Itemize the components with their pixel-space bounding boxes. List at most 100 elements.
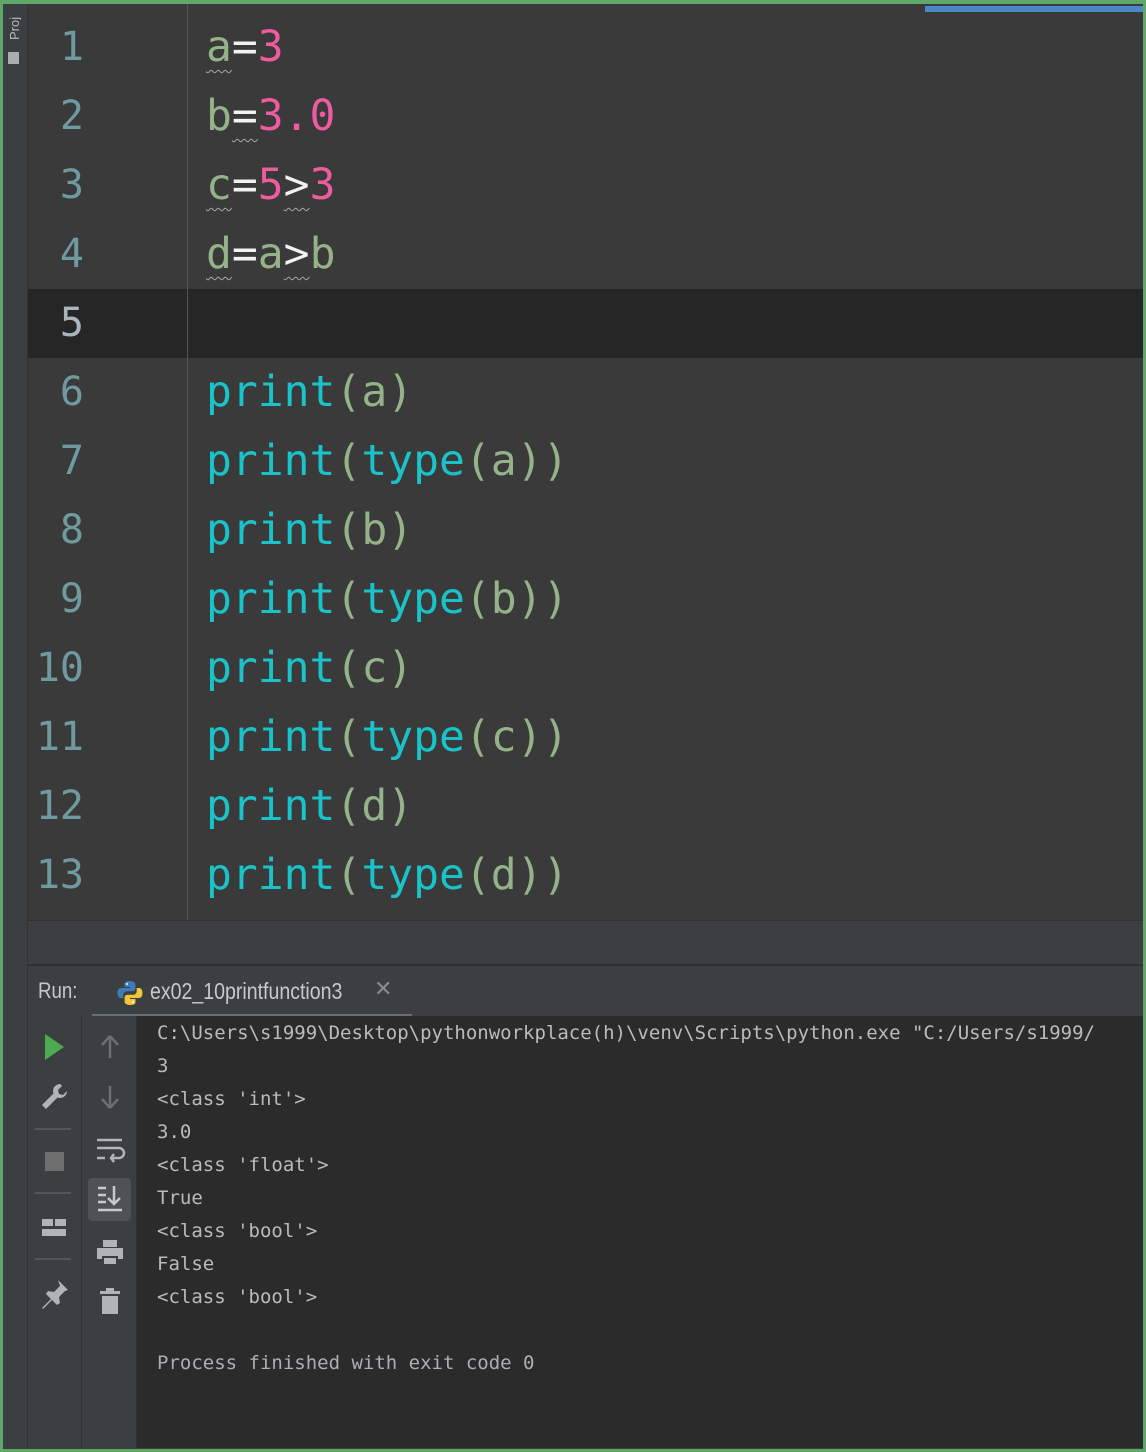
wrench-icon[interactable] <box>34 1078 74 1118</box>
arrow-up-icon[interactable] <box>90 1028 130 1068</box>
code-token: d <box>206 229 232 279</box>
run-toolbar-primary <box>28 1016 82 1448</box>
gutter-divider <box>187 4 188 920</box>
code-line[interactable]: 4 d=a>b <box>28 220 1143 289</box>
code-token: ( <box>335 505 362 555</box>
project-tool-button[interactable]: Proj <box>7 10 21 40</box>
code-token: print <box>206 367 336 417</box>
trash-icon[interactable] <box>90 1282 130 1322</box>
code-token: ( <box>464 436 491 486</box>
code-line[interactable]: 3 c=5>3 <box>28 151 1143 220</box>
code-editor[interactable]: 1 a=3 2 b=3.0 3 c=5>3 4 d=a>b 5 6 print(a) 7 print(t… <box>28 4 1143 920</box>
scroll-to-end-toggle[interactable] <box>88 1178 131 1221</box>
code-text: b=3.0 <box>206 82 335 151</box>
code-token: = <box>231 22 258 72</box>
code-line[interactable]: 5 <box>28 289 1143 358</box>
code-token: print <box>206 850 336 900</box>
line-number: 7 <box>59 438 84 484</box>
arrow-down-icon[interactable] <box>90 1078 130 1118</box>
console-output[interactable]: C:\Users\s1999\Desktop\pythonworkplace(h… <box>137 1016 1143 1448</box>
scroll-to-end-icon <box>98 1186 122 1212</box>
code-token: c <box>206 160 232 210</box>
console-line: <class 'float'> <box>157 1154 329 1176</box>
code-token: a <box>361 367 388 417</box>
run-toolbar-secondary <box>82 1016 137 1448</box>
code-text: print(type(d)) <box>206 841 568 910</box>
code-token: print <box>206 781 336 831</box>
line-number: 5 <box>59 300 84 346</box>
stop-icon[interactable] <box>34 1142 74 1182</box>
code-line[interactable]: 1 a=3 <box>28 13 1143 82</box>
line-number: 4 <box>59 231 84 277</box>
code-text: print(type(a)) <box>206 427 568 496</box>
code-token: ( <box>464 574 491 624</box>
code-token: ( <box>335 781 362 831</box>
code-token: print <box>206 505 336 555</box>
code-line[interactable]: 2 b=3.0 <box>28 82 1143 151</box>
pin-icon[interactable] <box>34 1274 74 1314</box>
code-text: print(c) <box>206 634 413 703</box>
code-token: )) <box>516 436 569 486</box>
code-line[interactable]: 9 print(type(b)) <box>28 565 1143 634</box>
code-token: type <box>361 850 465 900</box>
console-line: <class 'int'> <box>157 1088 306 1110</box>
line-number: 3 <box>59 162 84 208</box>
console-line: C:\Users\s1999\Desktop\pythonworkplace(h… <box>157 1022 1095 1044</box>
code-text: c=5>3 <box>206 151 335 220</box>
code-line[interactable]: 13 print(type(d)) <box>28 841 1143 910</box>
code-token: 3.0 <box>257 91 336 141</box>
code-token: b <box>361 505 388 555</box>
line-number: 8 <box>59 507 84 553</box>
code-token: b <box>206 91 232 141</box>
code-token: 5 <box>257 160 284 210</box>
code-token: ( <box>335 712 362 762</box>
project-icon <box>8 52 19 64</box>
code-token: 3 <box>257 22 284 72</box>
soft-wrap-icon[interactable] <box>90 1130 130 1170</box>
code-text: print(type(c)) <box>206 703 568 772</box>
code-token: a <box>206 22 232 72</box>
code-token: = <box>231 160 258 210</box>
code-token: type <box>361 574 465 624</box>
line-number: 2 <box>59 93 84 139</box>
close-icon[interactable]: ✕ <box>374 977 392 1002</box>
console-line: False <box>157 1253 215 1275</box>
code-token: = <box>231 229 258 279</box>
code-token: b <box>490 574 517 624</box>
code-token: print <box>206 574 336 624</box>
code-text: print(a) <box>206 358 413 427</box>
code-text: print(b) <box>206 496 413 565</box>
code-line[interactable]: 8 print(b) <box>28 496 1143 565</box>
toolbar-separator <box>35 1128 71 1130</box>
code-token: )) <box>516 850 569 900</box>
code-token: = <box>231 91 258 141</box>
run-tab[interactable]: ex02_10printfunction3 ✕ <box>92 966 412 1018</box>
print-icon[interactable] <box>90 1232 130 1272</box>
run-tab-label: ex02_10printfunction3 <box>150 978 343 1004</box>
code-token: type <box>361 712 465 762</box>
code-token: ) <box>387 781 414 831</box>
code-token: ) <box>387 505 414 555</box>
console-line: <class 'bool'> <box>157 1220 318 1242</box>
line-number: 1 <box>59 24 84 70</box>
run-tool-header: Run: ex02_10printfunction3 ✕ <box>28 964 1143 1018</box>
run-icon[interactable] <box>34 1028 74 1068</box>
python-icon <box>116 979 144 1011</box>
code-line[interactable]: 10 print(c) <box>28 634 1143 703</box>
code-line[interactable]: 11 print(type(c)) <box>28 703 1143 772</box>
code-text: print(type(b)) <box>206 565 568 634</box>
code-token: a <box>490 436 517 486</box>
code-line[interactable]: 6 print(a) <box>28 358 1143 427</box>
code-token: ( <box>464 850 491 900</box>
code-token: c <box>361 643 388 693</box>
code-token: print <box>206 436 336 486</box>
code-line[interactable]: 7 print(type(a)) <box>28 427 1143 496</box>
run-label: Run: <box>38 978 78 1003</box>
console-line: <class 'bool'> <box>157 1286 318 1308</box>
code-token: > <box>283 229 310 279</box>
layout-icon[interactable] <box>34 1208 74 1248</box>
code-token: ) <box>387 367 414 417</box>
tab-scroll-indicator <box>925 6 1143 12</box>
code-token: ( <box>335 436 362 486</box>
code-line[interactable]: 12 print(d) <box>28 772 1143 841</box>
